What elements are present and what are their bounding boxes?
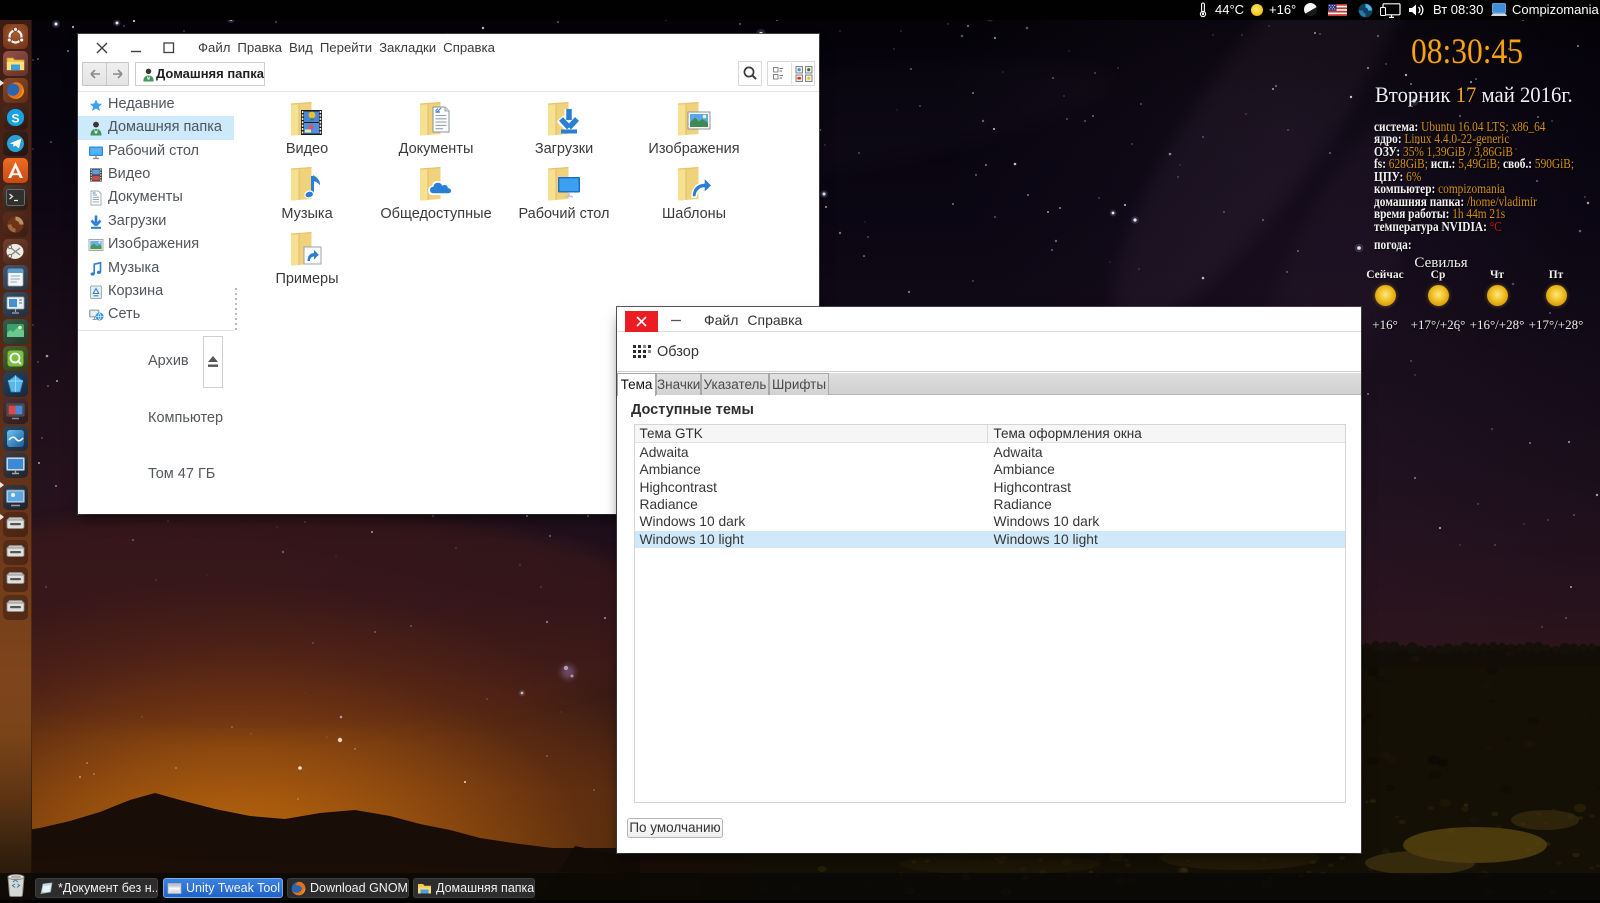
- svg-text:S: S: [11, 112, 19, 126]
